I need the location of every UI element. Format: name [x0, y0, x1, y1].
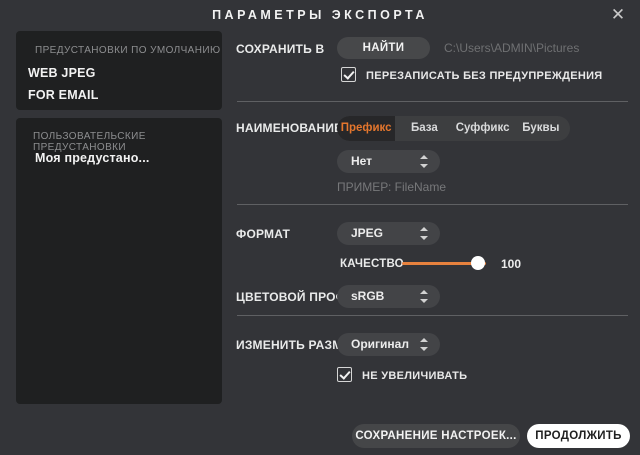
- tab-suffix[interactable]: Суффикс: [454, 116, 512, 141]
- naming-tabs: Префикс База Суффикс Буквы: [337, 116, 570, 141]
- tab-prefix[interactable]: Префикс: [337, 116, 395, 141]
- user-presets-header: ПОЛЬЗОВАТЕЛЬСКИЕ ПРЕДУСТАНОВКИ: [33, 131, 222, 153]
- continue-button[interactable]: ПРОДОЛЖИТЬ: [527, 424, 630, 448]
- stepper-icon: [420, 289, 428, 304]
- quality-value: 100: [501, 257, 521, 271]
- preset-item-my-preset[interactable]: Моя предустано...: [35, 151, 150, 165]
- quality-slider-handle[interactable]: [471, 256, 485, 270]
- divider: [237, 315, 628, 316]
- default-presets-panel: ПРЕДУСТАНОВКИ ПО УМОЛЧАНИЮ WEB JPEG FOR …: [16, 31, 222, 110]
- export-options-dialog: ПАРАМЕТРЫ ЭКСПОРТА ✕ ПРЕДУСТАНОВКИ ПО УМ…: [0, 0, 640, 455]
- resize-select[interactable]: Оригинал: [337, 333, 440, 356]
- stepper-icon: [420, 226, 428, 241]
- close-icon[interactable]: ✕: [606, 3, 630, 27]
- tab-letters[interactable]: Буквы: [512, 116, 570, 141]
- user-presets-panel: ПОЛЬЗОВАТЕЛЬСКИЕ ПРЕДУСТАНОВКИ Моя преду…: [16, 118, 222, 404]
- filename-example: ПРИМЕР: FileName: [337, 180, 446, 194]
- prefix-select[interactable]: Нет: [337, 150, 440, 173]
- color-profile-select-value: sRGB: [351, 285, 384, 308]
- format-label: ФОРМАТ: [236, 227, 290, 241]
- browse-button[interactable]: НАЙТИ: [337, 37, 430, 59]
- resize-select-value: Оригинал: [351, 333, 409, 356]
- no-upscale-checkbox-label: НЕ УВЕЛИЧИВАТЬ: [362, 370, 467, 382]
- stepper-icon: [420, 337, 428, 352]
- default-presets-header: ПРЕДУСТАНОВКИ ПО УМОЛЧАНИЮ: [35, 45, 220, 56]
- stepper-icon: [420, 154, 428, 169]
- save-to-label: СОХРАНИТЬ В: [236, 42, 324, 56]
- naming-label: НАИМЕНОВАНИЕ: [236, 121, 342, 135]
- divider: [237, 204, 628, 205]
- tab-base[interactable]: База: [395, 116, 453, 141]
- overwrite-checkbox[interactable]: [341, 67, 356, 82]
- overwrite-checkbox-label: ПЕРЕЗАПИСАТЬ БЕЗ ПРЕДУПРЕЖДЕНИЯ: [366, 70, 603, 82]
- save-settings-button[interactable]: СОХРАНЕНИЕ НАСТРОЕК...: [352, 424, 520, 448]
- color-profile-select[interactable]: sRGB: [337, 285, 440, 308]
- divider: [237, 101, 628, 102]
- save-path: C:\Users\ADMIN\Pictures: [444, 41, 579, 55]
- format-select-value: JPEG: [351, 222, 383, 245]
- quality-label: КАЧЕСТВО: [340, 258, 404, 270]
- dialog-title: ПАРАМЕТРЫ ЭКСПОРТА: [0, 8, 640, 22]
- no-upscale-checkbox[interactable]: [337, 367, 352, 382]
- format-select[interactable]: JPEG: [337, 222, 440, 245]
- prefix-select-value: Нет: [351, 150, 372, 173]
- preset-item-web-jpeg[interactable]: WEB JPEG: [28, 66, 96, 80]
- preset-item-for-email[interactable]: FOR EMAIL: [28, 88, 99, 102]
